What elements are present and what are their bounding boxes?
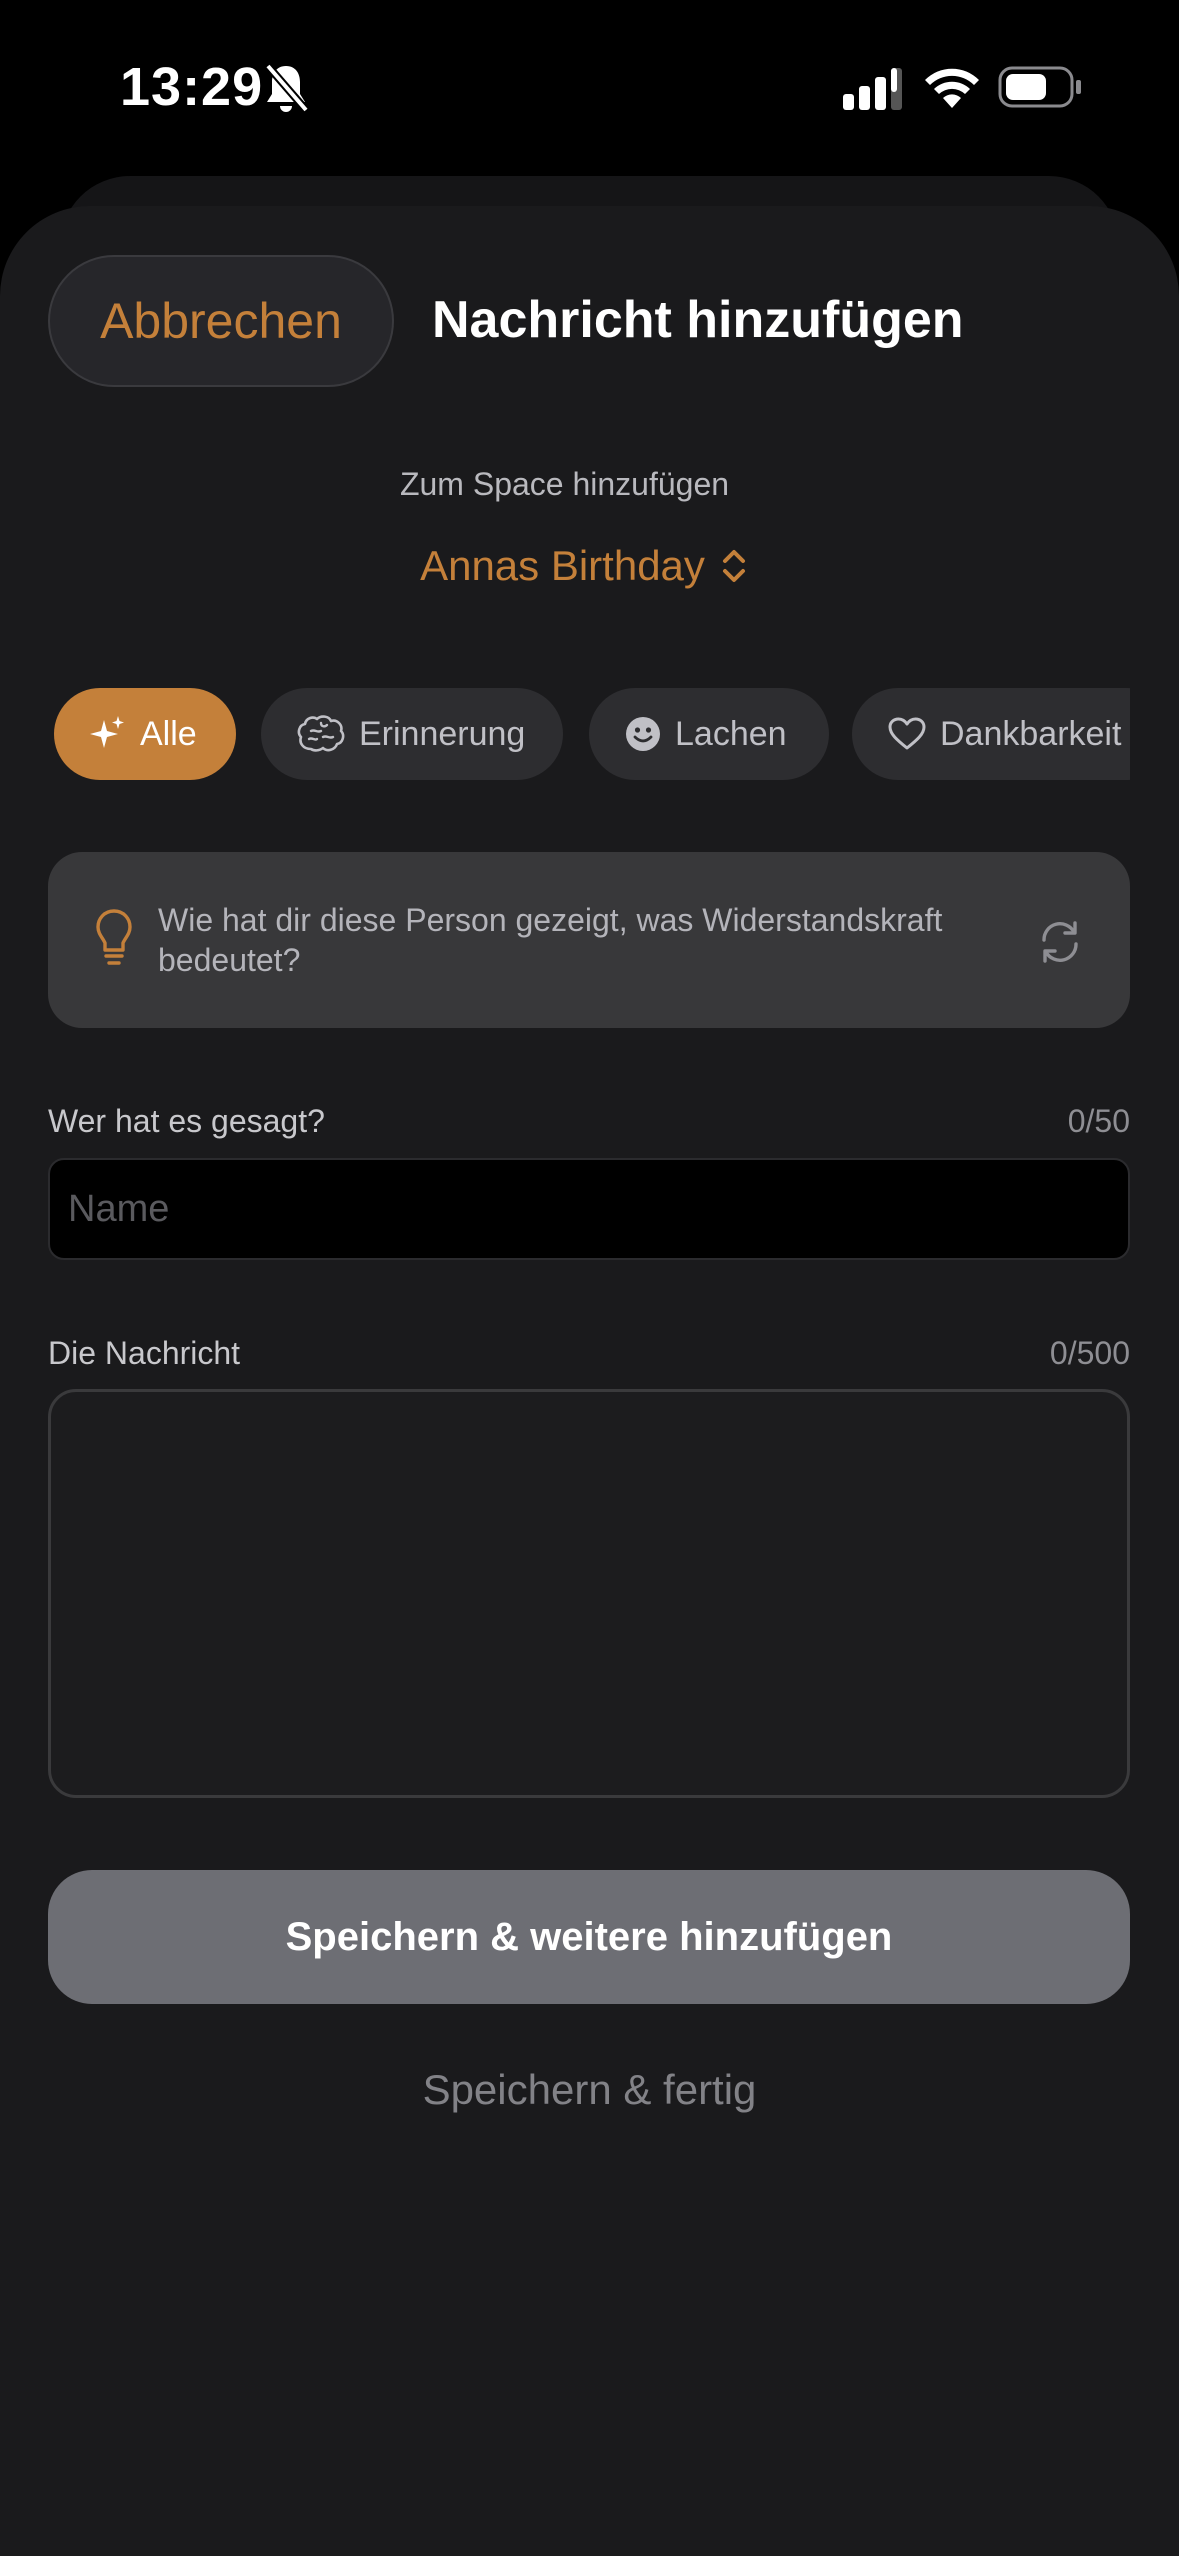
space-selector[interactable]: Annas Birthday — [0, 542, 1179, 590]
name-input[interactable] — [48, 1158, 1130, 1260]
chevron-up-down-icon — [722, 550, 745, 582]
chip-lachen[interactable]: Lachen — [589, 688, 829, 780]
page-title: Nachricht hinzufügen — [432, 291, 964, 349]
sparkles-icon — [90, 716, 124, 748]
prompt-card: Wie hat dir diese Person gezeigt, was Wi… — [48, 852, 1130, 1028]
message-input[interactable] — [48, 1389, 1130, 1798]
lightbulb-icon — [96, 909, 132, 965]
chip-dankbarkeit[interactable]: Dankbarkeit — [852, 688, 1130, 780]
battery-icon — [998, 66, 1081, 108]
space-selected-value: Annas Birthday — [420, 542, 705, 589]
save-and-finish-button[interactable]: Speichern & fertig — [0, 2066, 1179, 2114]
chip-label: Dankbarkeit — [940, 714, 1122, 753]
name-char-count: 0/50 — [1067, 1103, 1130, 1139]
brain-icon — [297, 715, 345, 752]
heart-icon — [888, 717, 926, 750]
message-field-label: Die Nachricht — [48, 1335, 241, 1371]
name-field-label: Wer hat es gesagt? — [48, 1103, 325, 1139]
status-time: 13:29 — [120, 57, 264, 117]
refresh-icon[interactable] — [1036, 918, 1084, 966]
save-and-add-more-button[interactable]: Speichern & weitere hinzufügen — [48, 1870, 1130, 2004]
chip-erinnerung[interactable]: Erinnerung — [261, 688, 563, 780]
message-char-count: 0/500 — [1049, 1335, 1130, 1371]
category-chips: Alle Erinnerung Lachen Dankbarkeit — [54, 688, 1130, 782]
bell-slash-icon — [264, 63, 310, 113]
signal-icon — [843, 68, 902, 110]
chip-label: Lachen — [675, 714, 787, 753]
prompt-text: Wie hat dir diese Person gezeigt, was Wi… — [158, 902, 943, 978]
cancel-button[interactable]: Abbrechen — [48, 255, 394, 387]
space-label: Zum Space hinzufügen — [399, 466, 730, 502]
chip-alle[interactable]: Alle — [54, 688, 236, 780]
wifi-icon — [925, 68, 979, 108]
chip-label: Alle — [140, 714, 197, 753]
chip-label: Erinnerung — [359, 714, 526, 753]
status-bar: 13:29 — [0, 0, 1179, 160]
smiley-icon — [626, 717, 660, 751]
